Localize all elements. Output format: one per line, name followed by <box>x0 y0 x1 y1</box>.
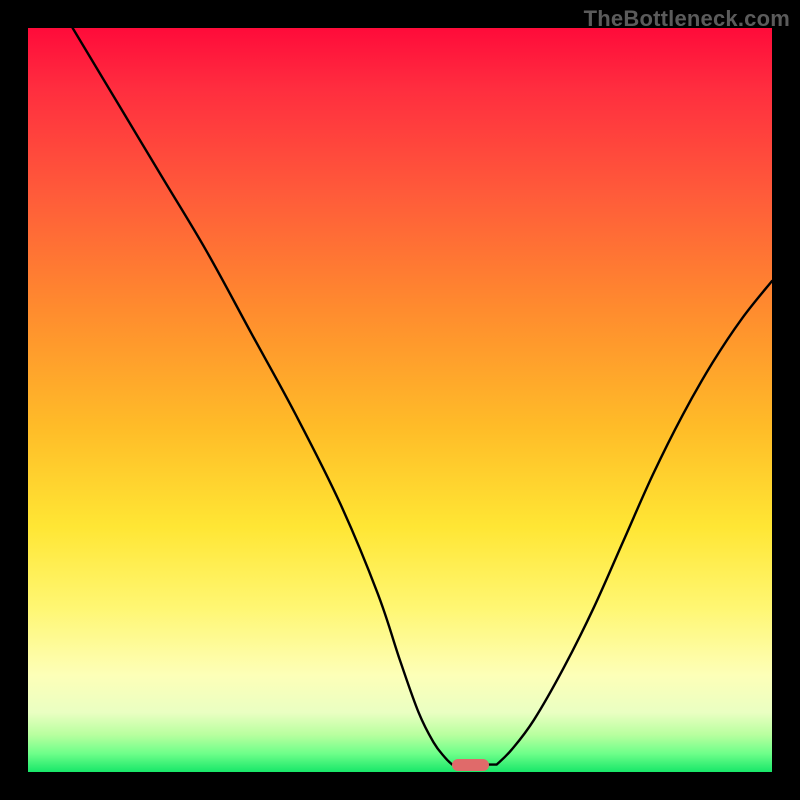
optimal-marker <box>452 759 489 771</box>
attribution-text: TheBottleneck.com <box>584 6 790 32</box>
bottleneck-curve <box>28 28 772 772</box>
chart-frame: TheBottleneck.com <box>0 0 800 800</box>
plot-area <box>28 28 772 772</box>
